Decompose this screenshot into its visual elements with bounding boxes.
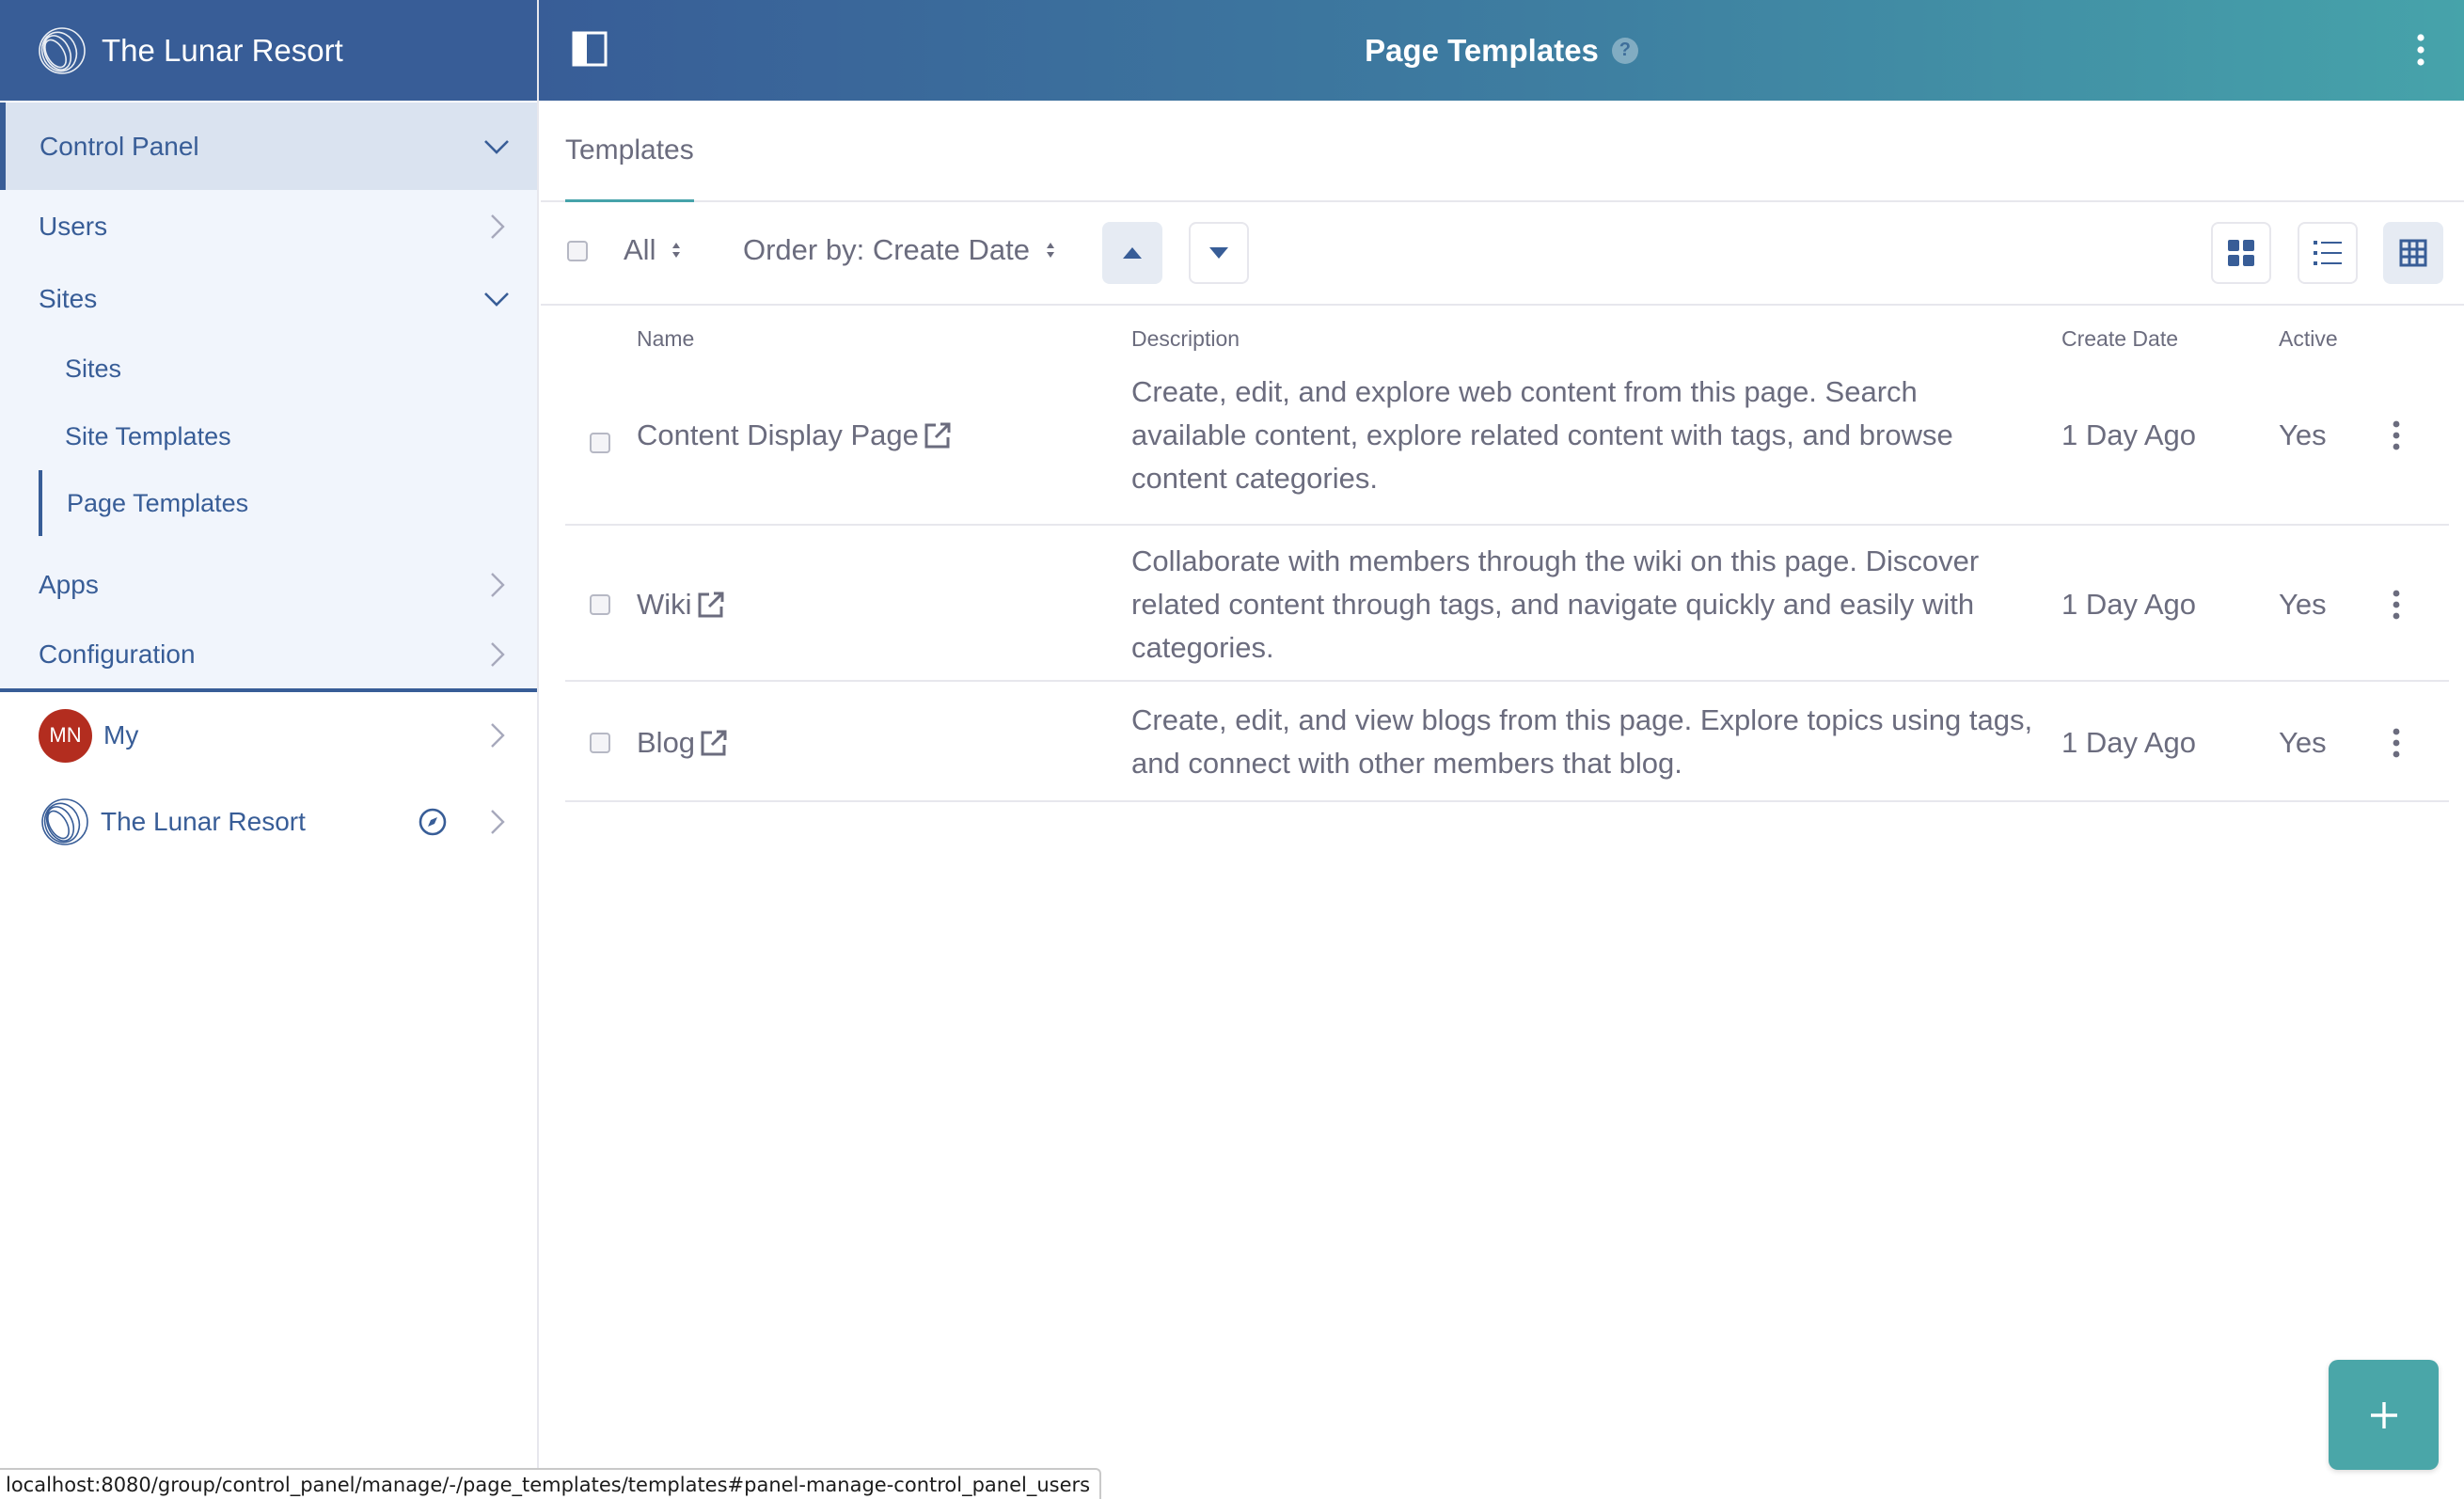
browser-status-url: localhost:8080/group/control_panel/manag… — [0, 1468, 1102, 1499]
sidebar-item-users[interactable]: Users — [0, 190, 537, 263]
template-active: Yes — [2279, 418, 2327, 451]
sidebar-item-label: Sites — [39, 284, 98, 313]
avatar: MN — [39, 708, 92, 763]
template-active: Yes — [2279, 726, 2327, 759]
caret-bottom-icon — [1209, 247, 1228, 259]
my-label: My — [103, 720, 139, 750]
control-panel-section: Control Panel Users Sites Sites Site Tem… — [0, 103, 537, 692]
column-header-create-date[interactable]: Create Date — [2061, 326, 2178, 352]
kebab-menu-icon[interactable] — [2415, 33, 2426, 67]
chevron-down-icon — [484, 292, 509, 307]
order-label: Order by: Create Date — [743, 233, 1030, 266]
template-name: Wiki — [637, 588, 692, 621]
filter-dropdown[interactable]: All — [624, 233, 684, 267]
sort-descending-button[interactable] — [1189, 222, 1249, 284]
chevron-right-icon — [491, 723, 505, 748]
tab-templates[interactable]: Templates — [565, 101, 694, 202]
template-description: Create, edit, and view blogs from this p… — [1131, 703, 2033, 780]
plus-icon — [2370, 1401, 2397, 1428]
sidebar-item-sites[interactable]: Sites — [0, 263, 537, 335]
table-icon — [2399, 239, 2427, 267]
list-view-button[interactable] — [2298, 222, 2358, 284]
site-label: The Lunar Resort — [101, 807, 306, 836]
cards-view-button[interactable] — [2211, 222, 2271, 284]
column-header-name[interactable]: Name — [637, 326, 694, 352]
row-actions-kebab-icon[interactable] — [2392, 590, 2401, 620]
row-actions-kebab-icon[interactable] — [2392, 728, 2401, 758]
control-panel-toggle[interactable]: Control Panel — [0, 103, 537, 190]
caret-top-icon — [1123, 247, 1142, 259]
chevron-down-icon — [484, 139, 509, 154]
navigation-bar: Templates — [541, 101, 2464, 202]
list-icon — [2314, 241, 2342, 265]
template-create-date: 1 Day Ago — [2061, 418, 2197, 451]
template-description: Create, edit, and explore web content fr… — [1131, 375, 1953, 495]
brand-name: The Lunar Resort — [102, 32, 343, 68]
sidebar-item-label: Apps — [39, 570, 99, 599]
template-name-link[interactable]: Content Display Page — [637, 414, 953, 457]
external-link-icon[interactable] — [923, 420, 953, 450]
control-panel-label: Control Panel — [39, 131, 199, 161]
control-menu: Page Templates ? — [539, 0, 2464, 101]
column-header-description: Description — [1131, 326, 1240, 351]
chevron-right-icon — [491, 573, 505, 597]
external-link-icon[interactable] — [699, 728, 729, 758]
sidebar-subitem-site-templates[interactable]: Site Templates — [0, 402, 537, 470]
chevron-right-icon — [491, 214, 505, 239]
table-row: Content Display Page Create, edit, and e… — [565, 370, 2449, 526]
product-menu-header: The Lunar Resort — [0, 0, 537, 101]
cards-icon — [2228, 240, 2254, 266]
external-link-icon[interactable] — [696, 590, 726, 620]
management-toolbar: All Order by: Create Date — [541, 202, 2464, 306]
template-name-link[interactable]: Blog — [637, 721, 729, 765]
product-menu: The Lunar Resort Control Panel Users Sit… — [0, 0, 539, 1499]
row-checkbox[interactable] — [590, 433, 610, 453]
sidebar-item-label: Configuration — [39, 639, 196, 669]
template-active: Yes — [2279, 588, 2327, 621]
sidebar-subitem-page-templates[interactable]: Page Templates — [39, 470, 537, 536]
template-name: Content Display Page — [637, 418, 919, 451]
sidebar-item-apps[interactable]: Apps — [0, 549, 537, 621]
template-name: Blog — [637, 726, 696, 759]
sidebar-item-my[interactable]: MN My — [0, 692, 537, 779]
sidebar-item-site[interactable]: The Lunar Resort — [0, 779, 537, 865]
caret-double-icon — [1046, 243, 1054, 258]
sidebar-subitem-sites[interactable]: Sites — [0, 335, 537, 402]
add-template-button[interactable] — [2329, 1360, 2439, 1470]
sidebar-item-label: Users — [39, 212, 108, 241]
page-title: Page Templates — [1365, 32, 1599, 68]
table-row: Blog Create, edit, and view blogs from t… — [565, 682, 2449, 802]
table-header: Name Description Create Date Active — [565, 306, 2449, 370]
row-checkbox[interactable] — [590, 733, 610, 753]
caret-double-icon — [672, 243, 681, 258]
row-actions-kebab-icon[interactable] — [2392, 420, 2401, 450]
template-description: Collaborate with members through the wik… — [1131, 544, 1980, 664]
column-header-active: Active — [2279, 326, 2338, 351]
template-create-date: 1 Day Ago — [2061, 726, 2197, 759]
filter-label: All — [624, 233, 656, 266]
table-view-button[interactable] — [2383, 222, 2443, 284]
select-all-checkbox[interactable] — [567, 241, 588, 261]
question-circle-icon[interactable]: ? — [1611, 37, 1638, 64]
compass-icon[interactable] — [418, 807, 448, 837]
sort-ascending-button[interactable] — [1102, 222, 1162, 284]
chevron-right-icon — [491, 642, 505, 667]
sidebar-item-configuration[interactable]: Configuration — [0, 621, 537, 692]
chevron-right-icon — [491, 810, 505, 834]
templates-table: Name Description Create Date Active Cont… — [565, 306, 2449, 802]
lunar-resort-logo-icon — [39, 26, 86, 74]
template-create-date: 1 Day Ago — [2061, 588, 2197, 621]
page-title-wrap: Page Templates ? — [539, 0, 2464, 101]
table-row: Wiki Collaborate with members through th… — [565, 526, 2449, 682]
order-by-dropdown[interactable]: Order by: Create Date — [743, 233, 1058, 267]
row-checkbox[interactable] — [590, 594, 610, 615]
lunar-resort-logo-icon — [41, 798, 88, 845]
template-name-link[interactable]: Wiki — [637, 583, 726, 626]
